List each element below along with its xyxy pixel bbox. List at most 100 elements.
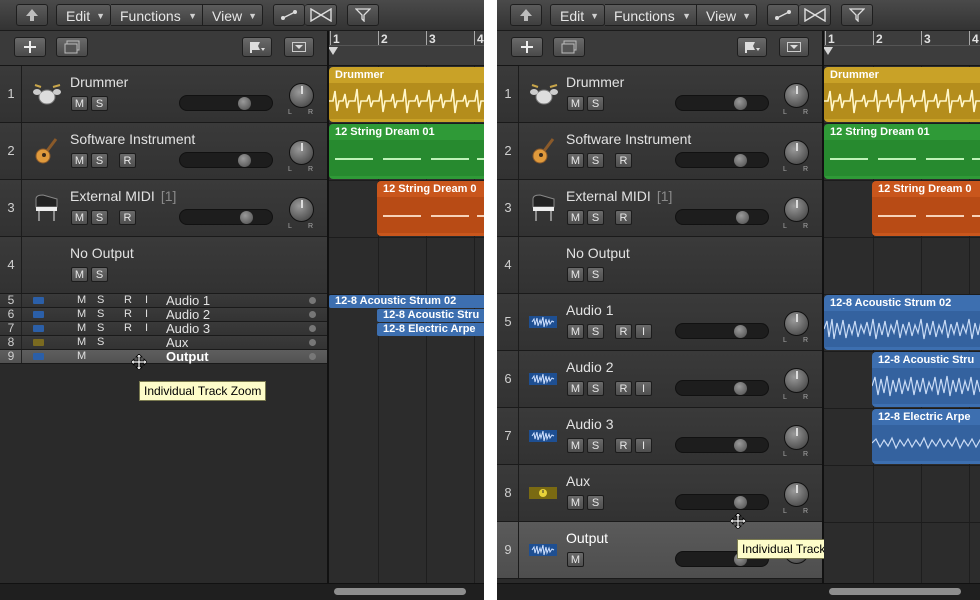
scrollbar-thumb[interactable] [829,588,961,595]
track-header-aux[interactable]: 8 M S Aux [0,336,327,350]
record-enable-button[interactable]: R [119,153,136,168]
volume-fader[interactable] [675,494,769,510]
solo-button[interactable]: S [587,210,604,225]
horizontal-scrollbar[interactable] [0,583,484,600]
solo-button[interactable]: S [587,153,604,168]
catch-filter-button[interactable] [347,4,379,26]
fader-knob[interactable] [736,211,749,224]
view-menu-button[interactable]: View ▼ [697,4,757,26]
track-name[interactable]: No Output [566,245,630,261]
region-12-8-acoustic-stru[interactable]: 12-8 Acoustic Stru [377,309,484,322]
track-header-software-instrument[interactable]: 2 Software Instrument M S R L R [0,123,327,180]
mute-button[interactable]: M [567,210,584,225]
track-name[interactable]: External MIDI [1] [70,188,176,204]
pan-knob[interactable] [784,83,809,108]
new-track-stack-button[interactable] [56,37,88,57]
pan-knob[interactable] [309,339,316,346]
volume-fader[interactable] [179,209,273,225]
input-monitor-button[interactable]: I [635,381,652,396]
record-enable-button[interactable]: R [124,322,132,335]
track-name[interactable]: Aux [166,336,188,349]
track-name[interactable]: Audio 1 [566,302,613,318]
playhead-marker[interactable] [823,47,833,55]
track-header-external-midi[interactable]: 3 External MIDI [1] M S R L R [497,180,822,237]
pan-knob[interactable] [309,325,316,332]
playhead-marker[interactable] [328,47,338,55]
track-name[interactable]: Aux [566,473,590,489]
mute-button[interactable]: M [567,495,584,510]
add-track-button[interactable] [511,37,543,57]
mute-button[interactable]: M [77,294,86,307]
input-monitor-button[interactable]: I [635,324,652,339]
track-name[interactable]: External MIDI [1] [566,188,672,204]
track-name[interactable]: Output [566,530,608,546]
pan-knob[interactable] [309,311,316,318]
new-track-stack-button[interactable] [553,37,585,57]
record-enable-button[interactable]: R [124,294,132,307]
track-name[interactable]: Software Instrument [566,131,691,147]
solo-button[interactable]: S [587,438,604,453]
horizontal-scrollbar[interactable] [497,583,980,600]
solo-button[interactable]: S [587,267,604,282]
region-12-string-dream-0[interactable]: 12 String Dream 0 [377,181,484,236]
back-button[interactable] [16,4,48,26]
edit-menu-button[interactable]: Edit ▼ [56,4,111,26]
track-name[interactable]: Audio 3 [566,416,613,432]
mute-button[interactable]: M [567,381,584,396]
region-12-string-dream-01[interactable]: 12 String Dream 01 [329,124,484,179]
pan-knob[interactable] [289,83,314,108]
mute-button[interactable]: M [567,324,584,339]
track-header-no-output[interactable]: 4 No Output M S [497,237,822,294]
region-12-8-acoustic-strum-02[interactable]: 12-8 Acoustic Strum 02 [824,295,980,350]
solo-button[interactable]: S [587,96,604,111]
arrange-area[interactable]: Drummer 12 String Dream 01 12 String Dre… [824,66,980,584]
track-header-menu-button[interactable] [284,37,314,57]
input-monitor-button[interactable]: I [145,308,148,321]
automation-tool-button[interactable] [767,4,799,26]
track-header-audio-2[interactable]: 6 M S R I Audio 2 [0,308,327,322]
pan-knob[interactable] [784,197,809,222]
mute-button[interactable]: M [71,267,88,282]
track-header-drummer[interactable]: 1 Drummer M S L R [0,66,327,123]
volume-fader[interactable] [675,437,769,453]
record-enable-button[interactable]: R [615,438,632,453]
marker-button[interactable] [737,37,767,57]
solo-button[interactable]: S [97,308,104,321]
track-name[interactable]: Audio 3 [166,322,210,335]
track-header-output[interactable]: 9 M Output [0,350,327,364]
volume-fader[interactable] [675,152,769,168]
region-12-8-acoustic-strum-02[interactable]: 12-8 Acoustic Strum 02 [329,295,484,308]
fader-knob[interactable] [734,439,747,452]
track-name[interactable]: Software Instrument [70,131,195,147]
solo-button[interactable]: S [97,294,104,307]
fader-knob[interactable] [734,382,747,395]
mute-button[interactable]: M [567,267,584,282]
mute-button[interactable]: M [567,96,584,111]
track-name[interactable]: Audio 2 [566,359,613,375]
mute-button[interactable]: M [71,153,88,168]
solo-button[interactable]: S [91,267,108,282]
functions-menu-button[interactable]: Functions ▼ [605,4,697,26]
track-header-audio-1[interactable]: 5 M S R I Audio 1 [0,294,327,308]
solo-button[interactable]: S [91,96,108,111]
track-header-audio-3[interactable]: 7 Audio 3 M S R I L R [497,408,822,465]
mute-button[interactable]: M [77,308,86,321]
fader-knob[interactable] [734,97,747,110]
fader-knob[interactable] [734,154,747,167]
region-12-8-acoustic-stru[interactable]: 12-8 Acoustic Stru [872,352,980,407]
track-name[interactable]: Audio 2 [166,308,210,321]
solo-button[interactable]: S [91,210,108,225]
track-header-external-midi[interactable]: 3 External MIDI [1] M S R L R [0,180,327,237]
pan-knob[interactable] [289,197,314,222]
mute-button[interactable]: M [567,438,584,453]
track-name[interactable]: Drummer [566,74,624,90]
record-enable-button[interactable]: R [615,210,632,225]
record-enable-button[interactable]: R [615,381,632,396]
fader-knob[interactable] [734,496,747,509]
mute-button[interactable]: M [567,153,584,168]
track-name[interactable]: Output [166,350,209,363]
region-12-8-electric-arpe[interactable]: 12-8 Electric Arpe [377,323,484,336]
arrange-area[interactable]: Drummer 12 String Dream 01 12 String Dre… [329,66,484,584]
pan-knob[interactable] [289,140,314,165]
volume-fader[interactable] [179,95,273,111]
